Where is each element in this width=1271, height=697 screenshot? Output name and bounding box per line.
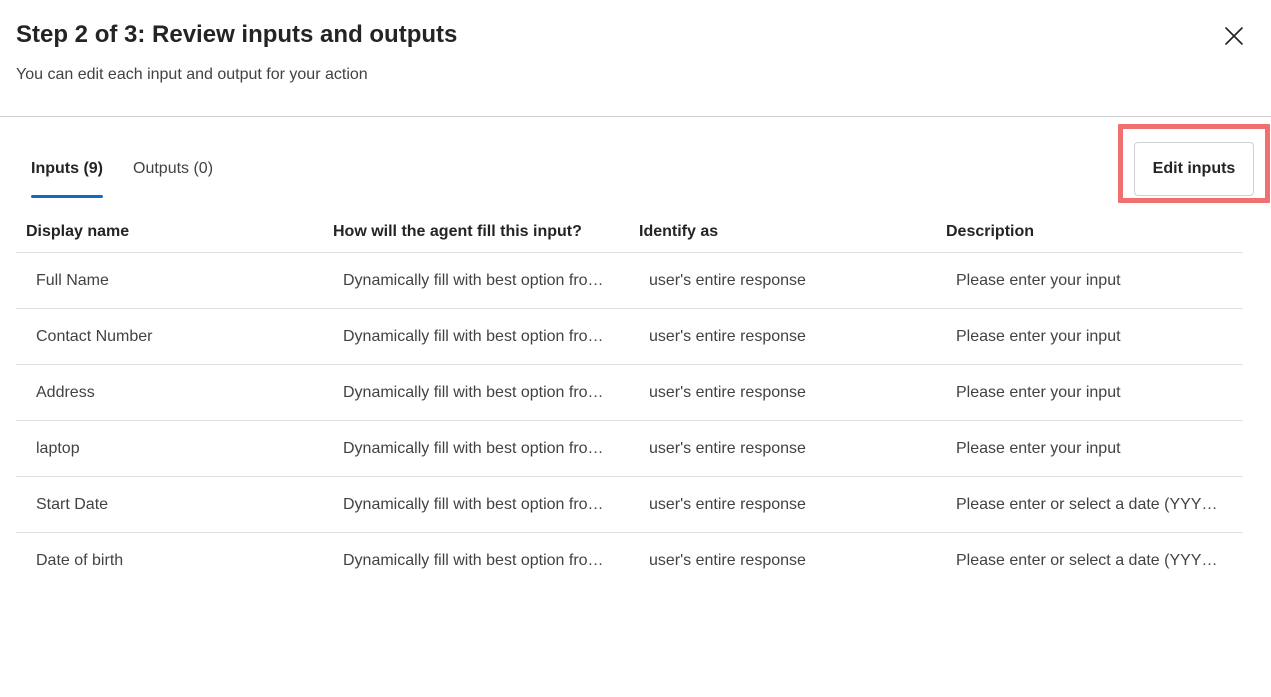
tab-outputs[interactable]: Outputs (0)	[118, 150, 228, 198]
cell-fill-method: Dynamically fill with best option from c…	[343, 327, 629, 345]
cell-fill-method: Dynamically fill with best option from c…	[343, 495, 629, 513]
cell-fill-method: Dynamically fill with best option from c…	[343, 383, 629, 401]
cell-description: Please enter your input	[956, 271, 1121, 289]
cell-identify-as: user's entire response	[649, 439, 806, 457]
table-row[interactable]: Contact Number Dynamically fill with bes…	[16, 309, 1243, 365]
column-header-identify-as: Identify as	[639, 223, 719, 240]
cell-fill-method: Dynamically fill with best option from c…	[343, 552, 629, 569]
tab-inputs[interactable]: Inputs (9)	[16, 150, 118, 198]
cell-identify-as: user's entire response	[649, 552, 806, 569]
cell-fill-method: Dynamically fill with best option from c…	[343, 271, 629, 289]
cell-description: Please enter your input	[956, 383, 1121, 401]
review-inputs-dialog: Step 2 of 3: Review inputs and outputs Y…	[0, 0, 1271, 697]
cell-description: Please enter your input	[956, 439, 1121, 457]
table-row[interactable]: laptop Dynamically fill with best option…	[16, 421, 1243, 477]
cell-identify-as: user's entire response	[649, 271, 806, 289]
edit-inputs-button[interactable]: Edit inputs	[1134, 142, 1254, 196]
table-row[interactable]: Date of birth Dynamically fill with best…	[16, 533, 1243, 589]
dialog-subtitle: You can edit each input and output for y…	[16, 66, 368, 83]
cell-display-name: Contact Number	[36, 327, 153, 345]
column-header-description: Description	[946, 223, 1035, 240]
dialog-title: Step 2 of 3: Review inputs and outputs	[16, 21, 458, 48]
tab-list: Inputs (9) Outputs (0)	[16, 150, 228, 198]
column-header-fill-method: How will the agent fill this input?	[333, 223, 582, 240]
cell-display-name: laptop	[36, 439, 80, 457]
cell-description: Please enter or select a date (YYYY-MM-D…	[956, 552, 1243, 569]
cell-fill-method: Dynamically fill with best option from c…	[343, 439, 629, 457]
column-header-display-name: Display name	[26, 223, 130, 240]
table-row[interactable]: Address Dynamically fill with best optio…	[16, 365, 1243, 421]
cell-identify-as: user's entire response	[649, 383, 806, 401]
dialog-header: Step 2 of 3: Review inputs and outputs Y…	[0, 0, 1271, 117]
close-button[interactable]	[1218, 20, 1250, 52]
table-header: Display name How will the agent fill thi…	[16, 212, 1243, 253]
cell-display-name: Full Name	[36, 271, 109, 289]
cell-display-name: Address	[36, 383, 95, 401]
inputs-table: Display name How will the agent fill thi…	[16, 212, 1243, 589]
cell-identify-as: user's entire response	[649, 327, 806, 345]
cell-display-name: Start Date	[36, 495, 109, 513]
table-row[interactable]: Full Name Dynamically fill with best opt…	[16, 253, 1243, 309]
table-row[interactable]: Start Date Dynamically fill with best op…	[16, 477, 1243, 533]
cell-identify-as: user's entire response	[649, 495, 806, 513]
cell-display-name: Date of birth	[36, 552, 124, 569]
cell-description: Please enter your input	[956, 327, 1121, 345]
cell-description: Please enter or select a date (YYYY-MM-D…	[956, 495, 1243, 513]
close-icon	[1225, 27, 1243, 45]
